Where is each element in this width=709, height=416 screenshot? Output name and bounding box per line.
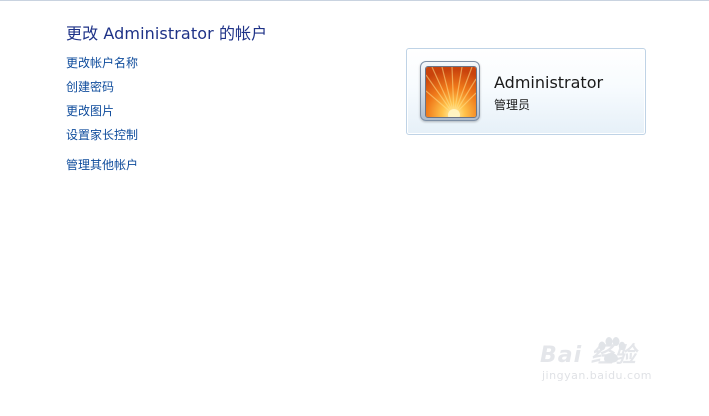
account-name: Administrator bbox=[494, 73, 604, 92]
account-role: 管理员 bbox=[494, 98, 531, 112]
baidu-watermark: Bai 经验 jingyan.baidu.com bbox=[540, 337, 700, 397]
watermark-url: jingyan.baidu.com bbox=[542, 369, 653, 382]
account-card: Administrator 管理员 bbox=[406, 48, 646, 135]
parental-controls-link[interactable]: 设置家长控制 bbox=[66, 127, 138, 143]
page-title: 更改 Administrator 的帐户 bbox=[66, 24, 268, 43]
orange-flower-icon bbox=[425, 66, 477, 118]
change-picture-link[interactable]: 更改图片 bbox=[66, 103, 114, 119]
change-account-name-link[interactable]: 更改帐户名称 bbox=[66, 55, 138, 71]
manage-other-accounts-link[interactable]: 管理其他帐户 bbox=[66, 157, 138, 173]
avatar bbox=[420, 61, 480, 121]
paw-icon bbox=[598, 337, 626, 363]
top-divider bbox=[0, 0, 709, 1]
create-password-link[interactable]: 创建密码 bbox=[66, 79, 114, 95]
